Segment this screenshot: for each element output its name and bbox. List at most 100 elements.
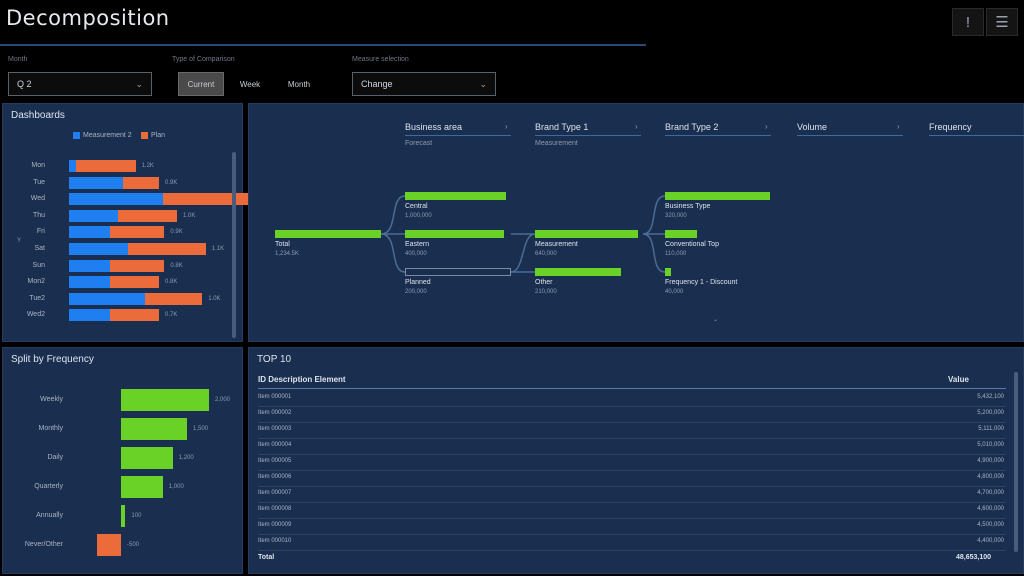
bar-blue[interactable]: [69, 292, 145, 305]
table-cell-value: 4,600,000: [977, 506, 1004, 512]
bar-orange[interactable]: [110, 276, 159, 289]
table-row[interactable]: Item 000009 4,500,000: [258, 519, 1006, 535]
segment-week[interactable]: Week: [230, 72, 270, 96]
bar-blue[interactable]: [69, 209, 118, 222]
tree-level3-node-label: Frequency 1 - Discount: [665, 279, 738, 286]
bar-category-label: Wed2: [26, 311, 45, 319]
tree-level3-node-value: 40,000: [665, 289, 684, 295]
bar-orange[interactable]: [128, 243, 206, 255]
table-row[interactable]: Item 000002 5,200,000: [258, 407, 1006, 423]
bar-category-label: Sun: [32, 261, 45, 269]
tree-level2-node-label: Other: [535, 279, 553, 286]
bar-blue[interactable]: [69, 193, 163, 206]
table-header-id[interactable]: ID Description Element: [258, 375, 346, 384]
tree-expand-icon[interactable]: ⌄: [713, 316, 718, 323]
bar-blue[interactable]: [69, 276, 111, 289]
split-bar[interactable]: [121, 476, 163, 498]
table-cell-id: Item 000003: [258, 426, 292, 432]
tree-column-header[interactable]: Business area: [405, 122, 462, 132]
menu-icon[interactable]: ☰: [986, 8, 1018, 36]
tree-level3-node-value: 320,000: [665, 213, 687, 219]
tree-level1-node-label: Eastern: [405, 241, 430, 248]
table-row[interactable]: Item 000006 4,800,000: [258, 471, 1006, 487]
table-row[interactable]: Item 000010 4,400,000: [258, 535, 1006, 551]
tree-connector: [510, 233, 536, 273]
tree-connector: [642, 233, 666, 273]
tree-level3-node-bar[interactable]: [665, 192, 770, 200]
tree-level2-node-bar[interactable]: [535, 230, 638, 238]
title-underline: [0, 44, 646, 46]
split-bar[interactable]: [121, 389, 209, 411]
tree-root-node-bar[interactable]: [275, 230, 381, 238]
table-cell-value: 4,800,000: [977, 474, 1004, 480]
title-bar: Decomposition ! ☰: [0, 0, 1024, 44]
tree-level1-node-value: 200,000: [405, 289, 427, 295]
split-category-label: Quarterly: [34, 483, 63, 490]
month-dropdown[interactable]: Q 2 ⌄: [8, 72, 152, 96]
table-row[interactable]: Item 000001 5,432,100: [258, 391, 1006, 407]
segment-month[interactable]: Month: [276, 72, 322, 96]
tree-level2-node-value: 210,000: [535, 289, 557, 295]
table-row[interactable]: Item 000004 5,010,000: [258, 439, 1006, 455]
chevron-right-icon[interactable]: ›: [635, 122, 638, 131]
bar-blue[interactable]: [69, 243, 129, 255]
bar-orange[interactable]: [110, 226, 165, 239]
tree-column-underline: [797, 135, 903, 136]
bar-orange[interactable]: [162, 193, 253, 206]
bar-blue[interactable]: [69, 226, 111, 239]
legend-item-measurement: Measurement 2: [73, 132, 132, 139]
chevron-right-icon[interactable]: ›: [505, 122, 508, 131]
bar-orange[interactable]: [110, 309, 159, 322]
info-icon[interactable]: !: [952, 8, 984, 36]
bar-blue[interactable]: [69, 176, 123, 189]
bar-value-label: 1.1K: [211, 246, 225, 252]
bar-blue[interactable]: [69, 259, 111, 272]
table-row[interactable]: Item 000007 4,700,000: [258, 487, 1006, 503]
bar-blue[interactable]: [69, 160, 77, 172]
tree-column-header[interactable]: Brand Type 2: [665, 122, 718, 132]
tree-column-subtitle: Forecast: [405, 140, 433, 147]
split-frequency-panel: Split by Frequency Weekly 2,000 Monthly 1,5…: [2, 347, 243, 574]
bar-orange[interactable]: [144, 292, 203, 305]
tree-level1-node-bar[interactable]: [405, 230, 504, 238]
table-cell-id: Item 000002: [258, 410, 292, 416]
tree-level3-node-bar[interactable]: [665, 230, 698, 238]
split-value-label: -500: [127, 542, 140, 548]
split-bar[interactable]: [121, 447, 173, 469]
split-value-label: 1,500: [193, 426, 209, 432]
table-header-value[interactable]: Value: [948, 375, 969, 384]
bar-category-label: Tue: [33, 178, 45, 186]
bar-orange[interactable]: [76, 160, 136, 172]
split-bar[interactable]: [96, 534, 121, 556]
bar-orange[interactable]: [117, 209, 177, 222]
bar-orange[interactable]: [110, 259, 165, 272]
tree-level3-node-bar[interactable]: [665, 268, 672, 276]
filter-bar: Month Q 2 ⌄ Type of Comparison Current W…: [0, 50, 1024, 102]
legend-label: Measurement 2: [83, 132, 132, 139]
tree-column-header[interactable]: Brand Type 1: [535, 122, 588, 132]
table-row[interactable]: Item 000008 4,600,000: [258, 503, 1006, 519]
bar-blue[interactable]: [69, 309, 111, 322]
chevron-right-icon[interactable]: ›: [897, 122, 900, 131]
scrollbar[interactable]: [232, 152, 236, 338]
table-cell-value: 5,200,000: [977, 410, 1004, 416]
split-bar[interactable]: [121, 505, 126, 527]
table-row[interactable]: Item 000005 4,900,000: [258, 455, 1006, 471]
tree-column-header[interactable]: Volume: [797, 122, 827, 132]
table-scrollbar[interactable]: [1014, 372, 1018, 552]
split-value-label: 1,000: [168, 484, 184, 490]
split-bar[interactable]: [121, 418, 187, 440]
split-category-label: Monthly: [38, 425, 63, 432]
chevron-right-icon[interactable]: ›: [765, 122, 768, 131]
bar-orange[interactable]: [123, 176, 159, 189]
tree-column-header[interactable]: Frequency: [929, 122, 972, 132]
measure-dropdown[interactable]: Change ⌄: [352, 72, 496, 96]
tree-level1-node-bar[interactable]: [405, 268, 511, 276]
page-title: Decomposition: [6, 6, 170, 30]
tree-level1-node-bar[interactable]: [405, 192, 506, 200]
tree-level2-node-bar[interactable]: [535, 268, 622, 276]
table-cell-id: Item 000004: [258, 442, 292, 448]
segment-current[interactable]: Current: [178, 72, 224, 96]
table-row[interactable]: Item 000003 5,111,000: [258, 423, 1006, 439]
legend-swatch-blue: [73, 132, 80, 139]
